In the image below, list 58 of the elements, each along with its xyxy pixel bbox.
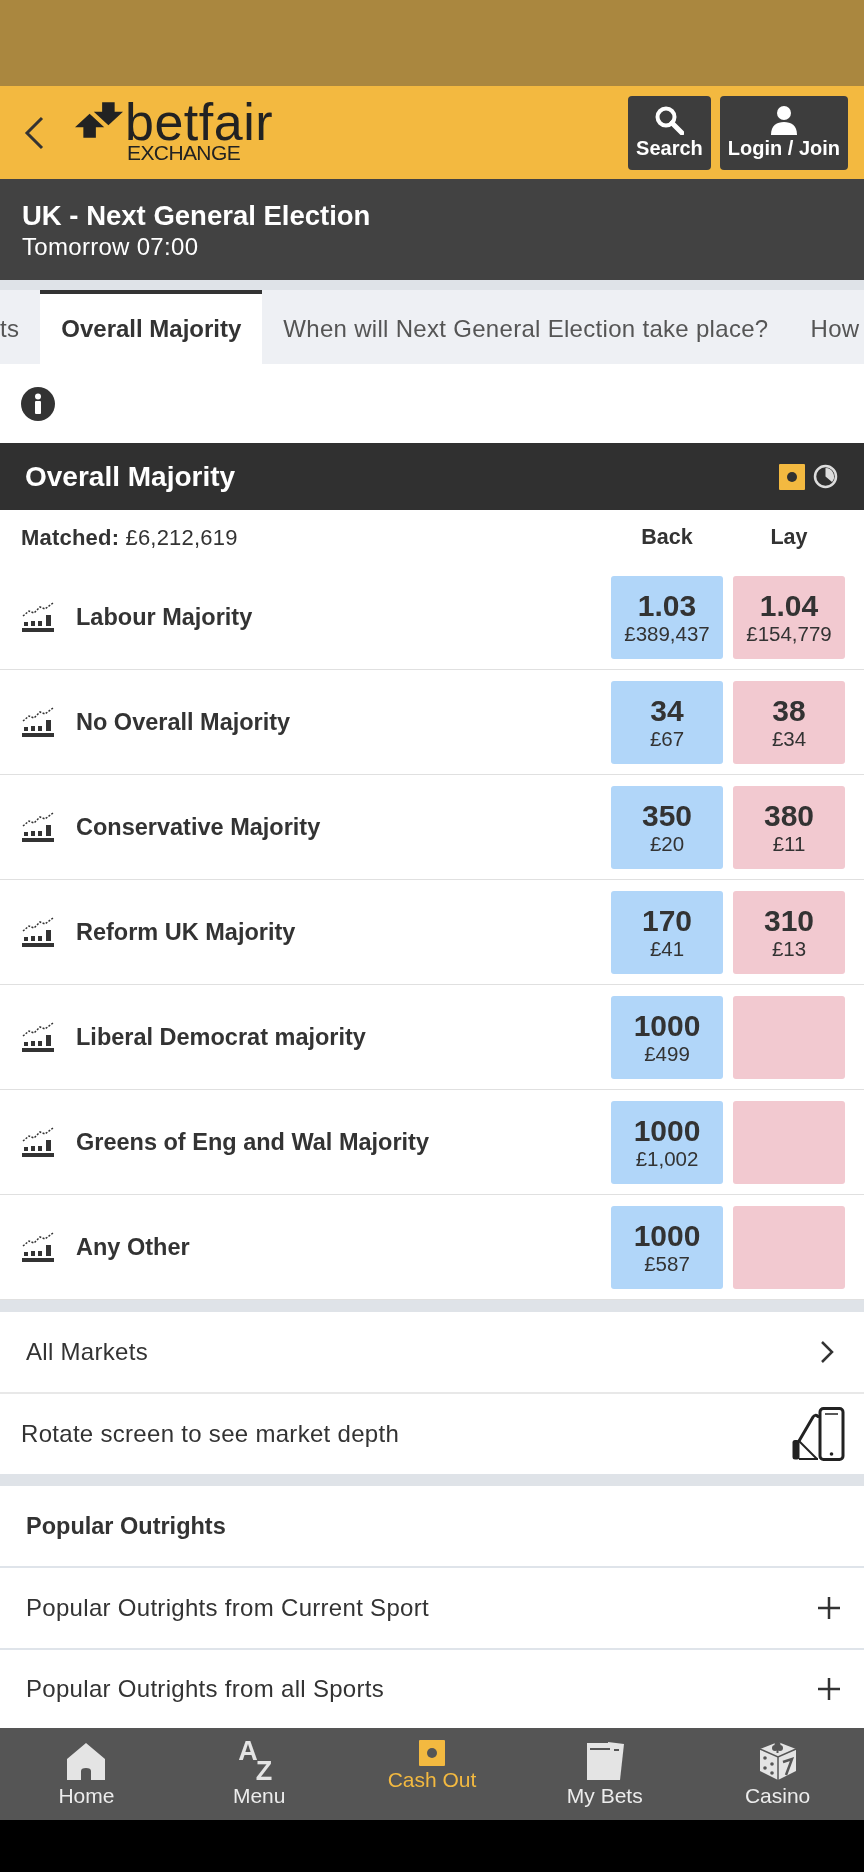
nav-item[interactable]: A Z Menu [172,1728,346,1820]
bar-chart-icon[interactable] [21,1127,55,1157]
back-odds-button[interactable]: 34 £67 [611,680,723,764]
tab[interactable]: How [789,290,860,364]
chevron-right-icon [820,1340,834,1364]
search-button[interactable]: Search [628,95,711,170]
logo-arrows-icon [75,101,123,138]
a-z-icon: A Z [238,1740,281,1782]
runner-name: Greens of Eng and Wal Majority [76,1128,430,1156]
user-icon [768,105,799,135]
logo-wordmark: betfair [125,101,274,142]
section-title: Popular Outrights [26,1512,226,1540]
back-icon [23,115,45,150]
lay-odds-button[interactable]: 1.04 £154,779 [733,575,845,659]
runner-name: Labour Majority [76,603,254,631]
lay-odds-button[interactable]: 380 £11 [733,785,845,869]
rotate-hint: Rotate screen to see market depth [21,1420,400,1448]
market-title: Overall Majority [25,460,237,493]
dot-square-icon [419,1740,445,1766]
info-icon[interactable] [21,386,55,421]
runner-name: No Overall Majority [76,708,292,736]
runner-name: Any Other [76,1233,191,1261]
nav-item[interactable]: Cash Out [345,1728,519,1820]
lay-odds-button[interactable]: 38 £34 [733,680,845,764]
bar-chart-icon[interactable] [21,917,55,947]
nav-item[interactable]: My Bets [518,1728,692,1820]
tab[interactable]: ts [0,290,41,364]
bar-chart-icon[interactable] [21,707,55,737]
bar-chart-icon[interactable] [21,1232,55,1262]
event-time: Tomorrow 07:00 [22,231,200,261]
event-title: UK - Next General Election [22,198,372,232]
dot-square-icon [779,463,805,490]
logo-subtitle: EXCHANGE [127,141,241,164]
bar-chart-icon[interactable] [21,812,55,842]
back-odds-button[interactable]: 1.03 £389,437 [611,575,723,659]
bar-chart-icon[interactable] [21,602,55,632]
bar-chart-icon[interactable] [21,1022,55,1052]
login-button[interactable]: Login / Join [719,95,848,170]
back-odds-button[interactable]: 170 £41 [611,890,723,974]
search-icon [654,105,685,135]
back-odds-button[interactable]: 1000 £587 [611,1205,723,1289]
runner-name: Reform UK Majority [76,918,297,946]
back-column-header: Back [640,525,694,550]
rotate-phone-icon [791,1407,845,1461]
lay-column-header: Lay [769,525,809,550]
nav-item[interactable]: Casino [691,1728,864,1820]
back-odds-button[interactable]: 1000 £1,002 [611,1100,723,1184]
home-icon [65,1740,108,1782]
tab[interactable]: When will Next General Election take place? [262,290,790,364]
tab[interactable]: Overall Majority [40,290,263,364]
lay-odds-button[interactable]: 310 £13 [733,890,845,974]
matched-amount: Matched: £6,212,619 [21,524,239,551]
runner-name: Liberal Democrat majority [76,1023,367,1051]
back-odds-button[interactable]: 350 £20 [611,785,723,869]
back-odds-button[interactable]: 1000 £499 [611,995,723,1079]
runner-name: Conservative Majority [76,813,322,841]
nav-item[interactable]: Home [0,1728,173,1820]
timer-icon [813,464,838,489]
